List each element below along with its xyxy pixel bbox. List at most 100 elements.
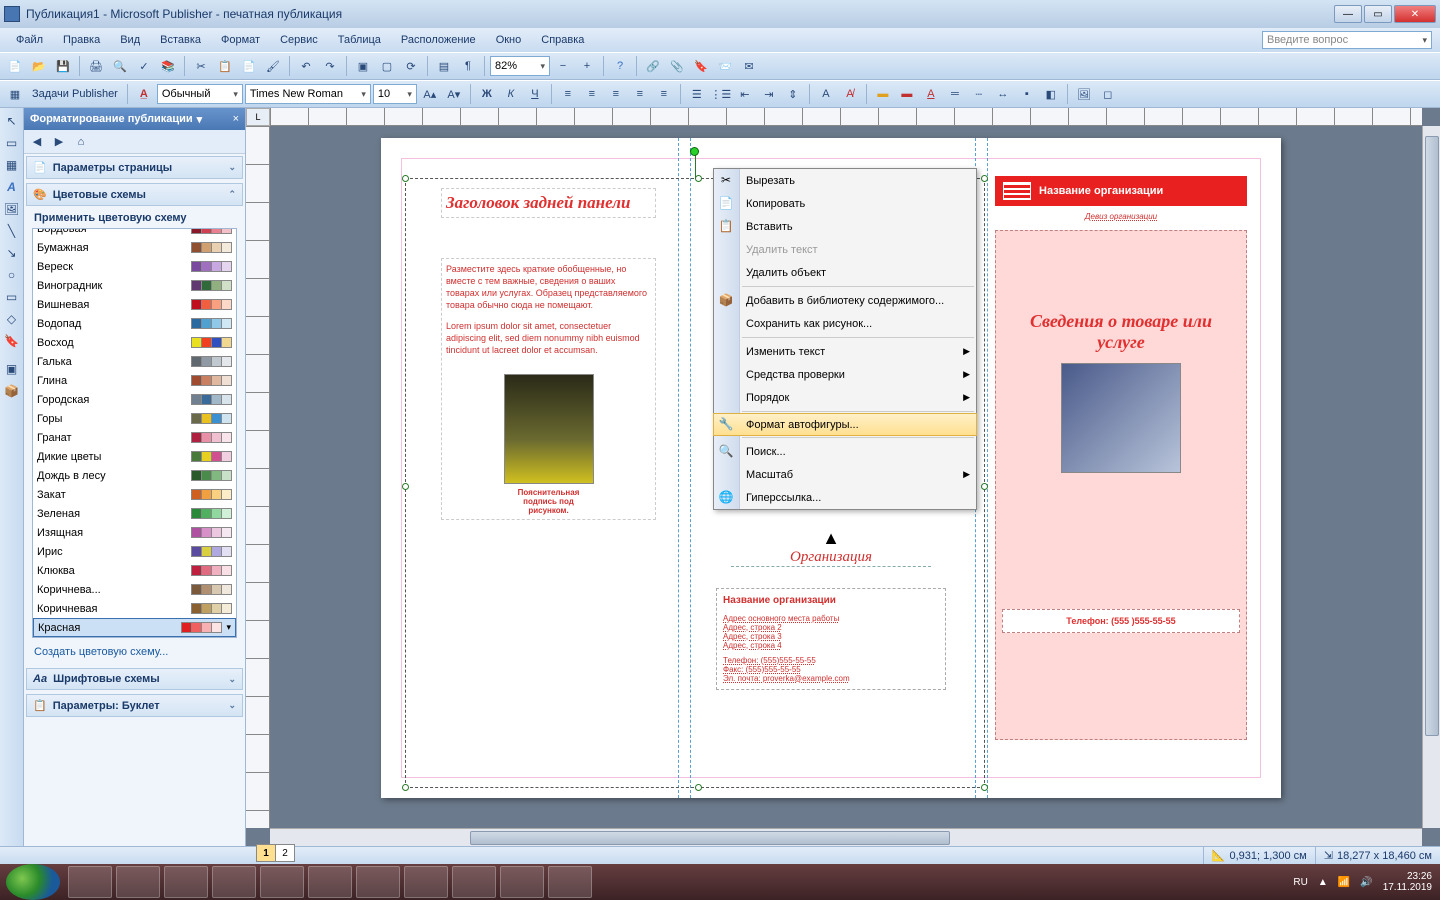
webtools-4[interactable]: 📨: [714, 55, 736, 77]
fill-color-button[interactable]: ▬: [872, 83, 894, 105]
tasks-icon[interactable]: ▦: [4, 83, 26, 105]
align-left-button[interactable]: ≡: [557, 83, 579, 105]
hscroll-thumb[interactable]: [470, 831, 950, 845]
back-panel-body[interactable]: Разместите здесь краткие обобщенные, но …: [441, 258, 656, 520]
menu-edit[interactable]: Правка: [55, 31, 108, 49]
line-style-button[interactable]: ═: [944, 83, 966, 105]
shrink-font-button[interactable]: A▾: [443, 83, 465, 105]
bullets-button[interactable]: ⋮☰: [710, 83, 732, 105]
fontsize-combo[interactable]: 10: [373, 84, 417, 104]
section-color-schemes[interactable]: 🎨Цветовые схемы⌃: [26, 183, 243, 206]
webtools-2[interactable]: 📎: [666, 55, 688, 77]
italic-button[interactable]: К: [500, 83, 522, 105]
taskbar-explorer[interactable]: [164, 866, 208, 898]
close-button[interactable]: ✕: [1394, 5, 1436, 23]
design-gallery-tool[interactable]: ▣: [2, 359, 22, 379]
back-panel-title[interactable]: Заголовок задней панели: [446, 193, 651, 213]
scheme-row[interactable]: Закат: [33, 485, 236, 504]
ctx-item[interactable]: Сохранить как рисунок...: [714, 312, 976, 335]
open-button[interactable]: 📂: [28, 55, 50, 77]
org-info-box[interactable]: Название организации Адрес основного мес…: [716, 588, 946, 690]
ctx-item[interactable]: Масштаб▶: [714, 463, 976, 486]
columns-button[interactable]: ▤: [433, 55, 455, 77]
spell-button[interactable]: ✓: [133, 55, 155, 77]
vscroll-thumb[interactable]: [1425, 136, 1439, 736]
taskbar-app3[interactable]: [404, 866, 448, 898]
org-logo-block[interactable]: ▲ Организация: [731, 528, 931, 567]
horizontal-ruler[interactable]: [270, 108, 1422, 126]
zoom-combo[interactable]: 82%: [490, 56, 550, 76]
format-a-icon[interactable]: A̲: [133, 83, 155, 105]
taskbar-app1[interactable]: [212, 866, 256, 898]
tray-network-icon[interactable]: 📶: [1338, 877, 1350, 888]
font-color-button[interactable]: A: [920, 83, 942, 105]
minimize-button[interactable]: —: [1334, 5, 1362, 23]
oval-tool[interactable]: ○: [2, 265, 22, 285]
scheme-row[interactable]: Восход: [33, 333, 236, 352]
decrease-indent-button[interactable]: ⇤: [734, 83, 756, 105]
tray-clock[interactable]: 23:2617.11.2019: [1383, 871, 1432, 893]
content-library-tool[interactable]: 📦: [2, 381, 22, 401]
taskbar-powerpoint[interactable]: [500, 866, 544, 898]
autoshapes-tool[interactable]: ◇: [2, 309, 22, 329]
section-font-schemes[interactable]: AaШрифтовые схемы⌄: [26, 668, 243, 690]
print-button[interactable]: 🖨: [85, 55, 107, 77]
page-tab-2[interactable]: 2: [275, 844, 295, 862]
increase-indent-button[interactable]: ⇥: [758, 83, 780, 105]
front-panel[interactable]: Сведения о товаре или услуге Телефон: (5…: [995, 230, 1247, 740]
shadow-button[interactable]: ▪: [1016, 83, 1038, 105]
scheme-row[interactable]: Зеленая: [33, 504, 236, 523]
ctx-item[interactable]: Средства проверки▶: [714, 363, 976, 386]
special-chars-button[interactable]: ¶: [457, 55, 479, 77]
front-phone[interactable]: Телефон: (555 )555-55-55: [1009, 616, 1233, 626]
undo-button[interactable]: ↶: [295, 55, 317, 77]
scheme-row[interactable]: Вишневая: [33, 295, 236, 314]
color-scheme-list[interactable]: БордоваяБумажнаяВерескВиноградникВишнева…: [32, 228, 237, 638]
line-tool[interactable]: ╲: [2, 221, 22, 241]
ctx-item[interactable]: 📦Добавить в библиотеку содержимого...: [714, 289, 976, 312]
back-panel-caption[interactable]: Пояснительная подпись под рисунком.: [504, 488, 594, 515]
scheme-row[interactable]: Вереск: [33, 257, 236, 276]
save-button[interactable]: 💾: [52, 55, 74, 77]
section-page-params[interactable]: 📄Параметры страницы⌄: [26, 156, 243, 179]
zoom-out-button[interactable]: −: [552, 55, 574, 77]
menu-window[interactable]: Окно: [488, 31, 530, 49]
taskbar-word[interactable]: [452, 866, 496, 898]
webtools-3[interactable]: 🔖: [690, 55, 712, 77]
menu-help[interactable]: Справка: [533, 31, 592, 49]
tray-flag-icon[interactable]: ▲: [1318, 877, 1328, 888]
menu-arrange[interactable]: Расположение: [393, 31, 484, 49]
start-button[interactable]: [6, 864, 60, 900]
help-button[interactable]: ?: [609, 55, 631, 77]
copy-button[interactable]: 📋: [214, 55, 236, 77]
page-tab-1[interactable]: 1: [256, 844, 276, 862]
taskbar-chrome[interactable]: [116, 866, 160, 898]
send-back-button[interactable]: ▢: [376, 55, 398, 77]
tasks-label[interactable]: Задачи Publisher: [28, 88, 122, 100]
taskpane-fwd-icon[interactable]: ▶: [50, 133, 68, 151]
taskbar-app2[interactable]: [260, 866, 304, 898]
taskpane-dropdown-icon[interactable]: ▾: [197, 113, 203, 126]
rotate-button[interactable]: ⟳: [400, 55, 422, 77]
ctx-item[interactable]: Порядок▶: [714, 386, 976, 409]
style-combo[interactable]: Обычный: [157, 84, 243, 104]
menu-format[interactable]: Формат: [213, 31, 268, 49]
ctx-item[interactable]: 🌐Гиперссылка...: [714, 486, 976, 509]
scheme-row[interactable]: Коричнева...: [33, 580, 236, 599]
webtools-1[interactable]: 🔗: [642, 55, 664, 77]
org-label[interactable]: Организация: [731, 549, 931, 567]
webtools-5[interactable]: ✉: [738, 55, 760, 77]
scheme-row[interactable]: Водопад: [33, 314, 236, 333]
taskbar-publisher[interactable]: [548, 866, 592, 898]
taskbar-yandex2[interactable]: [356, 866, 400, 898]
ask-question-box[interactable]: Введите вопрос: [1262, 31, 1432, 49]
scheme-row[interactable]: Городская: [33, 390, 236, 409]
new-button[interactable]: 📄: [4, 55, 26, 77]
taskbar-ie[interactable]: [68, 866, 112, 898]
scheme-row[interactable]: Красная▾: [33, 618, 236, 637]
justify-button[interactable]: ≡: [629, 83, 651, 105]
back-panel[interactable]: Заголовок задней панели: [441, 188, 656, 218]
front-title[interactable]: Сведения о товаре или услуге: [996, 311, 1246, 353]
redo-button[interactable]: ↷: [319, 55, 341, 77]
bookmarks-tool[interactable]: 🔖: [2, 331, 22, 351]
